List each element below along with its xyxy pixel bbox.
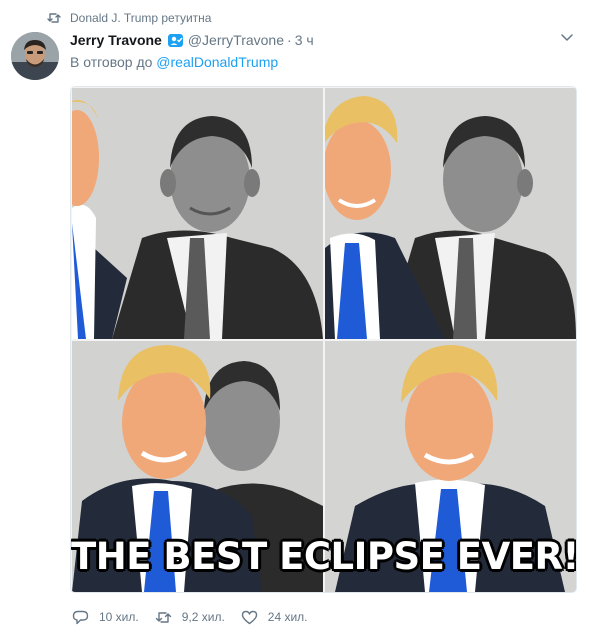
heart-icon xyxy=(241,610,257,624)
like-action[interactable]: 24 хил. xyxy=(241,610,308,625)
retweet-count: 9,2 хил. xyxy=(181,610,225,624)
tweet-media[interactable]: THE BEST ECLIPSE EVER! xyxy=(70,86,577,593)
reply-mention-link[interactable]: @realDonaldTrump xyxy=(156,54,278,70)
photo-panel-2[interactable] xyxy=(325,88,576,339)
verified-badge-icon xyxy=(167,33,183,47)
reply-prefix: В отговор до xyxy=(70,54,153,70)
tweet-timestamp[interactable]: 3 ч xyxy=(295,32,314,48)
author-handle[interactable]: @JerryTravone xyxy=(188,32,284,48)
like-count: 24 хил. xyxy=(267,610,308,624)
retweet-context-text: Donald J. Trump ретуитна xyxy=(70,11,212,25)
reply-count: 10 хил. xyxy=(99,610,139,624)
reply-icon xyxy=(72,610,89,624)
retweet-action[interactable]: 9,2 хил. xyxy=(155,610,225,625)
dot-separator: · xyxy=(287,32,292,48)
reply-context: В отговор до @realDonaldTrump xyxy=(70,54,278,70)
retweet-context[interactable]: Donald J. Trump ретуитна xyxy=(47,10,211,26)
author-name[interactable]: Jerry Travone xyxy=(70,32,162,48)
tweet-actions: 10 хил. 9,2 хил. 24 хил. xyxy=(72,608,324,626)
chevron-down-icon[interactable] xyxy=(561,34,573,42)
tweet-header: Jerry Travone @JerryTravone · 3 ч xyxy=(70,30,575,50)
retweet-icon xyxy=(47,13,61,23)
reply-action[interactable]: 10 хил. xyxy=(72,610,139,625)
photo-panel-1[interactable] xyxy=(72,88,323,339)
retweet-icon xyxy=(155,611,171,623)
meme-caption: THE BEST ECLIPSE EVER! xyxy=(71,535,577,578)
user-avatar[interactable] xyxy=(11,32,59,80)
